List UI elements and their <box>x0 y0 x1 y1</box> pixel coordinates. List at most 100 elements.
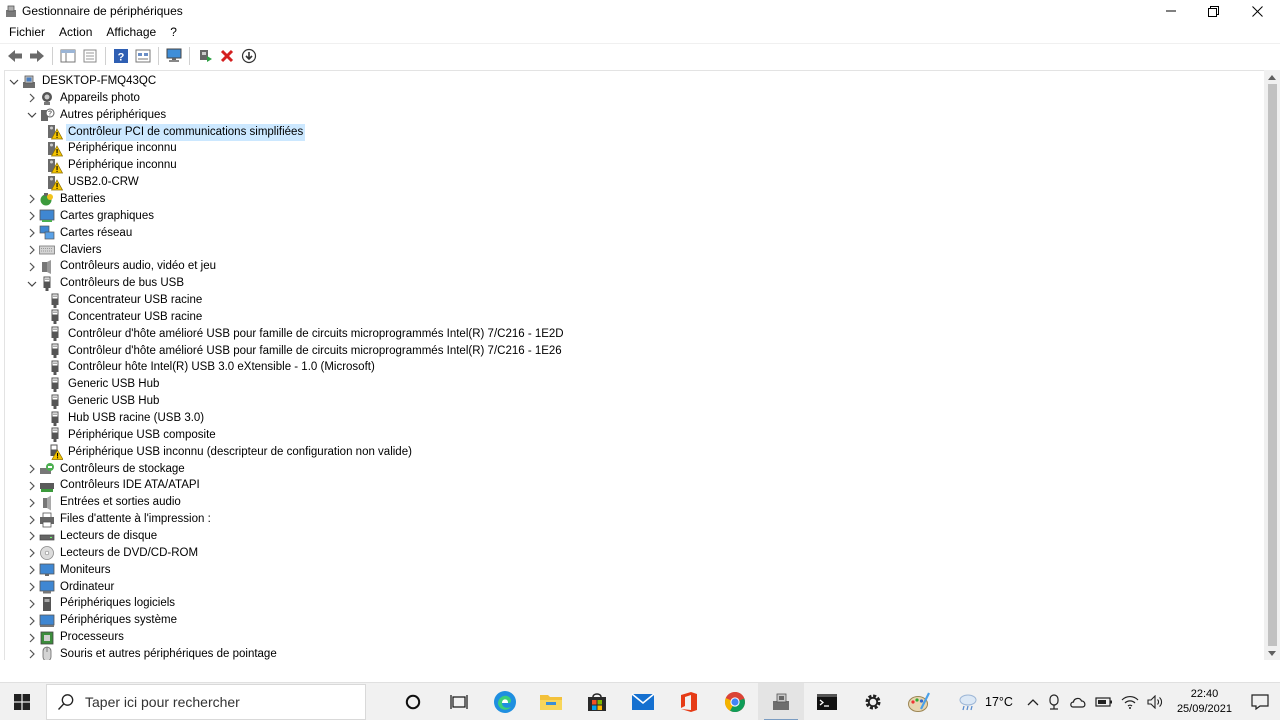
chevron-down-icon[interactable] <box>7 73 21 90</box>
tree-item-peripheriques-logiciels[interactable]: Périphériques logiciels <box>25 595 177 612</box>
show-hidden-icons-button[interactable] <box>1023 683 1043 720</box>
device-manager-taskbar-app[interactable] <box>758 682 804 720</box>
tray-wifi-button[interactable] <box>1117 683 1143 720</box>
minimize-button[interactable] <box>1148 0 1194 22</box>
office-app[interactable] <box>666 683 712 720</box>
tree-item-lecteurs-de-disque[interactable]: Lecteurs de disque <box>25 528 159 545</box>
forward-button[interactable] <box>26 45 48 67</box>
taskbar-search-box[interactable] <box>46 683 366 720</box>
chevron-right-icon[interactable] <box>25 646 39 660</box>
view-button[interactable] <box>132 45 154 67</box>
tree-item-controleur-pci-de-communications-simplifiees[interactable]: Contrôleur PCI de communications simplif… <box>43 123 306 141</box>
tree-item-claviers[interactable]: Claviers <box>25 242 104 259</box>
tree-item-appareils-photo[interactable]: Appareils photo <box>25 90 142 107</box>
update-driver-button[interactable] <box>194 45 216 67</box>
cortana-button[interactable] <box>390 683 436 720</box>
menu-help[interactable]: ? <box>163 22 184 42</box>
tray-onedrive-button[interactable] <box>1065 683 1091 720</box>
tree-item-souris-et-autres-peripheriques-de-pointage[interactable]: Souris et autres périphériques de pointa… <box>25 646 279 660</box>
tray-volume-button[interactable] <box>1143 683 1169 720</box>
tree-item-lecteurs-de-dvd-cd-rom[interactable]: Lecteurs de DVD/CD-ROM <box>25 545 200 562</box>
close-button[interactable] <box>1234 0 1280 22</box>
notification-center-button[interactable] <box>1240 683 1280 720</box>
edge-app[interactable] <box>482 683 528 720</box>
chevron-right-icon[interactable] <box>25 511 39 528</box>
scroll-up-arrow[interactable] <box>1264 70 1280 84</box>
tree-item-controleur-d-hote-ameliore-usb-pour-famille-de-circuits-microprogrammes-intel-r-7-c216-1e26[interactable]: Contrôleur d'hôte amélioré USB pour fami… <box>43 343 564 360</box>
task-view-button[interactable] <box>436 683 482 720</box>
tree-item-peripherique-inconnu[interactable]: Périphérique inconnu <box>43 157 179 174</box>
start-button[interactable] <box>0 683 44 720</box>
disable-device-button[interactable] <box>238 45 260 67</box>
tree-item-generic-usb-hub[interactable]: Generic USB Hub <box>43 393 161 410</box>
chevron-right-icon[interactable] <box>25 90 39 107</box>
tree-item-processeurs[interactable]: Processeurs <box>25 629 126 646</box>
tree-item-controleur-hote-intel-r-usb-3-0-extensible-1-0-microsoft[interactable]: Contrôleur hôte Intel(R) USB 3.0 eXtensi… <box>43 359 377 376</box>
tree-item-peripheriques-systeme[interactable]: Périphériques système <box>25 612 179 629</box>
chevron-right-icon[interactable] <box>25 612 39 629</box>
tray-meet-now-button[interactable] <box>1043 683 1065 720</box>
tree-item-batteries[interactable]: Batteries <box>25 191 107 208</box>
show-hide-console-tree-button[interactable] <box>57 45 79 67</box>
tree-item-concentrateur-usb-racine[interactable]: Concentrateur USB racine <box>43 292 204 309</box>
chevron-right-icon[interactable] <box>25 477 39 494</box>
search-input[interactable] <box>85 693 345 710</box>
tree-item-generic-usb-hub[interactable]: Generic USB Hub <box>43 376 161 393</box>
scrollbar-thumb[interactable] <box>1268 84 1277 646</box>
tree-item-usb2-0-crw[interactable]: USB2.0-CRW <box>43 174 141 191</box>
uninstall-device-button[interactable] <box>216 45 238 67</box>
menu-fichier[interactable]: Fichier <box>0 22 52 42</box>
tree-item-controleurs-de-stockage[interactable]: Contrôleurs de stockage <box>25 461 187 478</box>
chevron-right-icon[interactable] <box>25 258 39 275</box>
chevron-right-icon[interactable] <box>25 208 39 225</box>
device-tree-pane[interactable]: DESKTOP-FMQ43QC Appareils photo? Autres p… <box>4 70 1280 660</box>
chevron-right-icon[interactable] <box>25 579 39 596</box>
back-button[interactable] <box>4 45 26 67</box>
chevron-right-icon[interactable] <box>25 545 39 562</box>
file-explorer-app[interactable] <box>528 683 574 720</box>
tree-item-entrees-et-sorties-audio[interactable]: Entrées et sorties audio <box>25 494 183 511</box>
tree-item-autres-peripheriques[interactable]: ? Autres périphériques <box>25 107 168 124</box>
chevron-right-icon[interactable] <box>25 562 39 579</box>
chevron-right-icon[interactable] <box>25 242 39 259</box>
help-button[interactable]: ? <box>110 45 132 67</box>
tree-item-moniteurs[interactable]: Moniteurs <box>25 562 113 579</box>
scroll-down-arrow[interactable] <box>1264 646 1280 660</box>
chevron-right-icon[interactable] <box>25 461 39 478</box>
store-app[interactable] <box>574 683 620 720</box>
tree-item-cartes-graphiques[interactable]: Cartes graphiques <box>25 208 156 225</box>
tree-item-controleurs-audio-video-et-jeu[interactable]: Contrôleurs audio, vidéo et jeu <box>25 258 218 275</box>
tree-item-ordinateur[interactable]: Ordinateur <box>25 579 116 596</box>
vertical-scrollbar[interactable] <box>1264 70 1280 660</box>
tree-item-peripherique-usb-composite[interactable]: Périphérique USB composite <box>43 427 218 444</box>
chevron-right-icon[interactable] <box>25 494 39 511</box>
chevron-right-icon[interactable] <box>25 629 39 646</box>
chrome-app[interactable] <box>712 683 758 720</box>
tree-item-hub-usb-racine-usb-3-0[interactable]: Hub USB racine (USB 3.0) <box>43 410 206 427</box>
scan-hardware-button[interactable] <box>163 45 185 67</box>
tree-item-peripherique-inconnu[interactable]: Périphérique inconnu <box>43 140 179 157</box>
weather-widget[interactable]: 17°C <box>953 683 1023 720</box>
chevron-right-icon[interactable] <box>25 191 39 208</box>
tree-root[interactable]: DESKTOP-FMQ43QC <box>7 73 158 90</box>
properties-button[interactable] <box>79 45 101 67</box>
terminal-app[interactable] <box>804 683 850 720</box>
settings-app[interactable] <box>850 683 896 720</box>
mail-app[interactable] <box>620 683 666 720</box>
menu-affichage[interactable]: Affichage <box>99 22 163 42</box>
tree-item-cartes-reseau[interactable]: Cartes réseau <box>25 225 134 242</box>
tree-item-controleurs-ide-ata-atapi[interactable]: Contrôleurs IDE ATA/ATAPI <box>25 477 202 494</box>
taskbar-clock[interactable]: 22:40 25/09/2021 <box>1169 687 1240 717</box>
tree-item-files-d-attente-a-l-impression[interactable]: Files d'attente à l'impression : <box>25 511 213 528</box>
chevron-right-icon[interactable] <box>25 225 39 242</box>
tree-item-controleur-d-hote-ameliore-usb-pour-famille-de-circuits-microprogrammes-intel-r-7-c216-1e2d[interactable]: Contrôleur d'hôte amélioré USB pour fami… <box>43 326 566 343</box>
maximize-button[interactable] <box>1190 0 1236 22</box>
chevron-right-icon[interactable] <box>25 528 39 545</box>
chevron-down-icon[interactable] <box>25 107 39 124</box>
paint-app[interactable] <box>896 683 942 720</box>
tray-battery-button[interactable] <box>1091 683 1117 720</box>
chevron-down-icon[interactable] <box>25 275 39 292</box>
chevron-right-icon[interactable] <box>25 595 39 612</box>
menu-action[interactable]: Action <box>52 22 99 42</box>
tree-item-peripherique-usb-inconnu-descripteur-de-configuration-non-valide[interactable]: Périphérique USB inconnu (descripteur de… <box>43 444 414 461</box>
